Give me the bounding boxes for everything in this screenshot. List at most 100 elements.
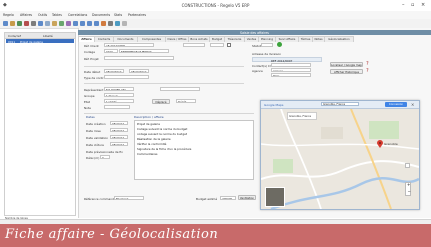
tab-contacts[interactable]: Contacts: [94, 36, 114, 42]
tab-budget[interactable]: Budget: [209, 36, 225, 42]
delete-icon[interactable]: [24, 21, 29, 26]
search-icon[interactable]: [38, 21, 43, 26]
next-icon[interactable]: [87, 21, 92, 26]
refresh-icon[interactable]: [45, 21, 50, 26]
new-icon[interactable]: [3, 21, 8, 26]
adresse-label: Adresse de livraison: [252, 52, 282, 56]
column-header-label[interactable]: Libellé: [43, 34, 53, 38]
status-indicator-icon: [277, 42, 282, 47]
budget-field[interactable]: 200000: [220, 196, 236, 200]
historique-button[interactable]: Afficher Historique: [330, 69, 363, 74]
close-button[interactable]: ×: [421, 2, 425, 8]
minimize-button[interactable]: –: [402, 2, 405, 8]
menu-item-outils[interactable]: Outils: [38, 13, 47, 17]
tab-composantes[interactable]: Composantes: [137, 36, 166, 42]
status-label: Statut: [252, 44, 261, 48]
desc-line: codage suivant la norme du budget: [137, 132, 187, 136]
map-canvas[interactable]: Grenoble, France Grenoble + −: [261, 109, 419, 209]
menu-item-partenaires[interactable]: Partenaires: [128, 13, 146, 17]
ref-client-field[interactable]: AF 2012/0008: [104, 43, 154, 47]
agent-field[interactable]: [271, 63, 311, 67]
status-field[interactable]: [261, 43, 273, 47]
tab-devis[interactable]: Devis / Offres: [165, 36, 189, 42]
tab-taches[interactable]: Tâches: [298, 36, 313, 42]
previous-icon[interactable]: [80, 21, 85, 26]
codage-field[interactable]: 0100: [104, 49, 118, 53]
description-textarea[interactable]: Projet de galerie Codage suivant la norm…: [134, 120, 254, 180]
connect-button[interactable]: Connexion: [385, 102, 407, 107]
tab-affaire[interactable]: Affaire: [78, 36, 95, 42]
print-icon[interactable]: [31, 21, 36, 26]
date-row-field[interactable]: 08/10/12: [110, 121, 128, 125]
date-row-field[interactable]: 08/10/12: [110, 135, 128, 139]
type-field[interactable]: [104, 75, 149, 79]
note-field[interactable]: [104, 105, 130, 109]
map-close-icon[interactable]: ×: [411, 102, 414, 107]
settings-icon[interactable]: [108, 21, 113, 26]
list-item-selected[interactable]: 0011 Projet de galerie: [6, 39, 74, 44]
menu-item-affaires[interactable]: Affaires: [20, 13, 32, 17]
map-search-input[interactable]: Grenoble, France: [321, 102, 359, 106]
menu-item-documents[interactable]: Documents: [92, 13, 110, 17]
ref-commande-field[interactable]: BC Client: [114, 196, 144, 200]
map-marker-icon[interactable]: [377, 140, 383, 148]
zoom-in-button[interactable]: +: [407, 182, 410, 187]
zoom-out-button[interactable]: −: [408, 189, 411, 194]
folder-icon[interactable]: [52, 21, 57, 26]
date-field-2[interactable]: 08/10/2012: [129, 69, 149, 73]
street-view-icon[interactable]: [405, 163, 410, 168]
tab-tresorerie[interactable]: Trésorerie: [224, 36, 245, 42]
export-icon[interactable]: [59, 21, 64, 26]
deplace-button[interactable]: Déplacé: [152, 99, 170, 104]
deplace-field[interactable]: Dépôt: [176, 99, 196, 103]
menu-bar: Regelo Affaires Outils Tables Correlatio…: [0, 11, 431, 19]
tab-planning[interactable]: Planning: [258, 36, 276, 42]
menu-item-stats[interactable]: Stats: [114, 13, 122, 17]
help-icon-3[interactable]: ?: [366, 68, 369, 74]
tab-ventes[interactable]: Ventes: [244, 36, 259, 42]
representant-label: Représentant: [84, 88, 104, 92]
column-header-code[interactable]: Code/ref: [8, 34, 21, 38]
first-icon[interactable]: [73, 21, 78, 26]
filter-icon[interactable]: [66, 21, 71, 26]
tab-bar: Affaire Contacts Documents Composantes D…: [78, 36, 431, 42]
close-doc-icon[interactable]: [122, 21, 127, 26]
agent-name-field[interactable]: Agence: [271, 68, 311, 72]
chart-icon[interactable]: [101, 21, 106, 26]
tab-documents[interactable]: Documents: [113, 36, 138, 42]
open-icon[interactable]: [10, 21, 15, 26]
footer-banner: Fiche affaire - Géolocalisation: [0, 224, 431, 247]
etat-field[interactable]: 1 Validé: [104, 99, 134, 103]
top-field-3[interactable]: [210, 43, 224, 47]
codage-client-field[interactable]: ENTREPRISE DUBREUIL: [119, 49, 169, 53]
date-row-label: Date création: [86, 122, 106, 126]
top-field-2[interactable]: [183, 43, 205, 47]
menu-item-regelo[interactable]: Regelo: [3, 13, 14, 17]
date-row-label: Date mise: [86, 129, 101, 133]
date-field[interactable]: 08/10/2012: [104, 69, 124, 73]
satellite-thumbnail[interactable]: [265, 187, 285, 207]
ref-projet-field[interactable]: [104, 56, 174, 60]
last-icon[interactable]: [94, 21, 99, 26]
groupe-field[interactable]: 1 Dupuis: [104, 93, 134, 97]
localiser-button[interactable]: Localiser / Google map: [330, 62, 363, 67]
menu-item-correlations[interactable]: Correlations: [68, 13, 87, 17]
maximize-button[interactable]: ▫: [411, 2, 414, 8]
other-field[interactable]: [160, 87, 200, 91]
tab-geolocalisation[interactable]: Géolocalisation: [324, 36, 354, 42]
save-icon[interactable]: [17, 21, 22, 26]
checkbox[interactable]: [227, 43, 231, 47]
date-row-field[interactable]: 08/10/12: [110, 128, 128, 132]
help-icon-2[interactable]: ?: [366, 61, 369, 67]
date-row-field[interactable]: 08/10/12: [110, 142, 128, 146]
groupe-label: Groupe: [84, 94, 95, 98]
agent-city-field[interactable]: Paris: [271, 73, 311, 77]
list-item-code: 0011: [8, 39, 16, 44]
description-section-title: Description / affaire: [134, 115, 164, 119]
representant-field[interactable]: EJA ROYER-LEC: [104, 87, 134, 91]
menu-item-tables[interactable]: Tables: [52, 13, 62, 17]
ventilation-button[interactable]: Ventilation: [238, 195, 256, 200]
help-icon[interactable]: [115, 21, 120, 26]
tab-bons-achats[interactable]: Bons Achats: [188, 36, 210, 42]
delai-field[interactable]: 0: [100, 155, 110, 159]
